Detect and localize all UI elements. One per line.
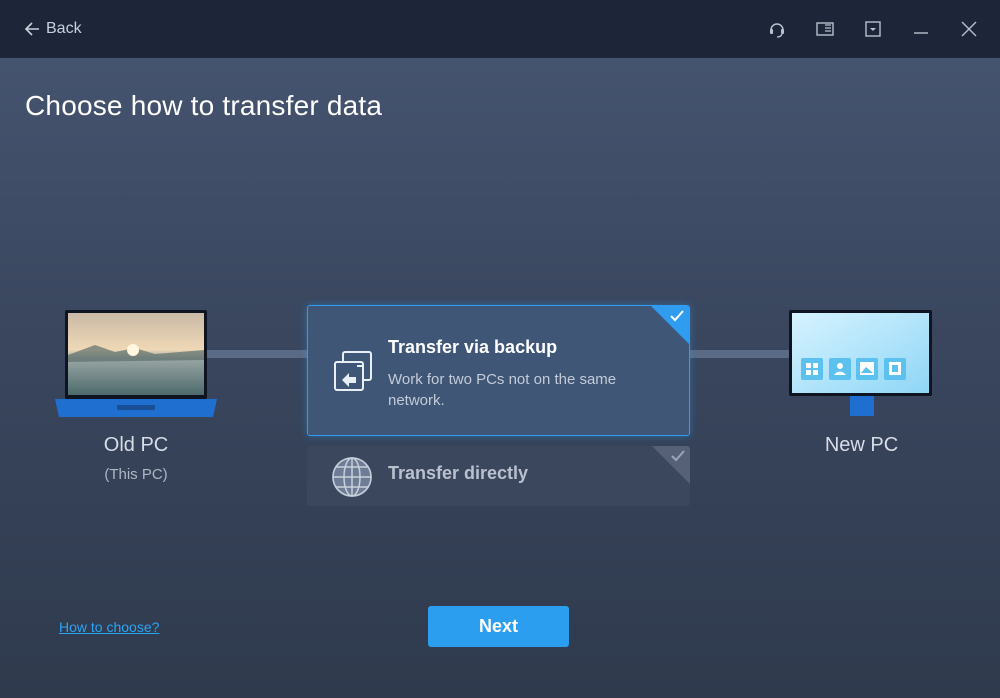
new-pc-label: New PC <box>824 434 899 456</box>
monitor-icon <box>789 310 934 425</box>
old-pc-sublabel: (This PC) <box>104 466 168 483</box>
option-description: Work for two PCs not on the same network… <box>388 371 617 409</box>
notes-icon[interactable] <box>812 16 838 42</box>
connector-right <box>688 350 793 358</box>
option-title: Transfer directly <box>388 463 529 483</box>
backup-transfer-icon <box>332 350 374 397</box>
arrow-left-icon <box>24 21 40 37</box>
check-icon <box>670 449 686 468</box>
headset-icon[interactable] <box>764 16 790 42</box>
dropdown-icon[interactable] <box>860 16 886 42</box>
close-icon[interactable] <box>956 16 982 42</box>
back-label: Back <box>46 20 82 37</box>
option-transfer-via-backup[interactable]: Transfer via backup Work for two PCs not… <box>307 305 690 436</box>
option-title: Transfer via backup <box>388 337 558 357</box>
how-to-choose-link[interactable]: How to choose? <box>59 619 159 635</box>
window-controls <box>764 16 982 42</box>
laptop-icon <box>55 310 217 425</box>
globe-icon <box>330 455 374 504</box>
title-bar: Back <box>0 0 1000 58</box>
connector-left <box>205 350 310 358</box>
old-pc-label: Old PC <box>103 434 169 456</box>
option-transfer-directly[interactable]: Transfer directly <box>307 446 690 506</box>
back-button[interactable]: Back <box>24 17 82 41</box>
minimize-icon[interactable] <box>908 16 934 42</box>
check-icon <box>669 309 685 328</box>
next-button[interactable]: Next <box>428 606 569 647</box>
page-title: Choose how to transfer data <box>25 90 383 121</box>
